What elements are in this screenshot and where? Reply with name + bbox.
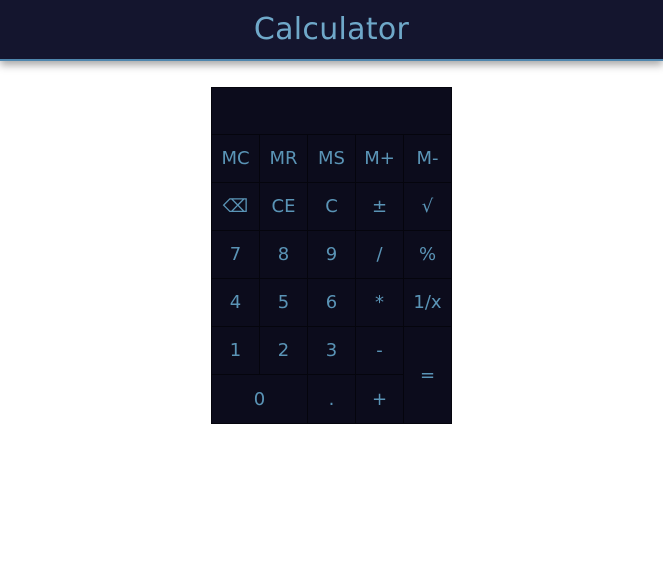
digit-6-button[interactable]: 6 [308,279,356,327]
equals-button[interactable]: = [404,327,451,423]
reciprocal-button[interactable]: 1/x [404,279,451,327]
memory-recall-button[interactable]: MR [260,135,308,183]
clear-entry-button[interactable]: CE [260,183,308,231]
digit-9-button[interactable]: 9 [308,231,356,279]
digit-8-button[interactable]: 8 [260,231,308,279]
divide-button[interactable]: / [356,231,404,279]
page-title: Calculator [253,12,410,47]
digit-7-button[interactable]: 7 [212,231,260,279]
digit-4-button[interactable]: 4 [212,279,260,327]
percent-button[interactable]: % [404,231,451,279]
square-root-button[interactable]: √ [404,183,451,231]
app-header: Calculator [0,0,663,61]
memory-clear-button[interactable]: MC [212,135,260,183]
calculator-display [212,88,451,135]
digit-2-button[interactable]: 2 [260,327,308,375]
minus-button[interactable]: - [356,327,404,375]
plus-button[interactable]: + [356,375,404,423]
backspace-button[interactable]: ⌫ [212,183,260,231]
plus-minus-button[interactable]: ± [356,183,404,231]
calculator: MC MR MS M+ M- ⌫ CE C ± √ 7 8 9 / % 4 5 … [211,87,452,424]
memory-subtract-button[interactable]: M- [404,135,451,183]
digit-1-button[interactable]: 1 [212,327,260,375]
digit-3-button[interactable]: 3 [308,327,356,375]
memory-store-button[interactable]: MS [308,135,356,183]
multiply-button[interactable]: * [356,279,404,327]
decimal-button[interactable]: . [308,375,356,423]
digit-0-button[interactable]: 0 [212,375,308,423]
clear-button[interactable]: C [308,183,356,231]
memory-add-button[interactable]: M+ [356,135,404,183]
digit-5-button[interactable]: 5 [260,279,308,327]
